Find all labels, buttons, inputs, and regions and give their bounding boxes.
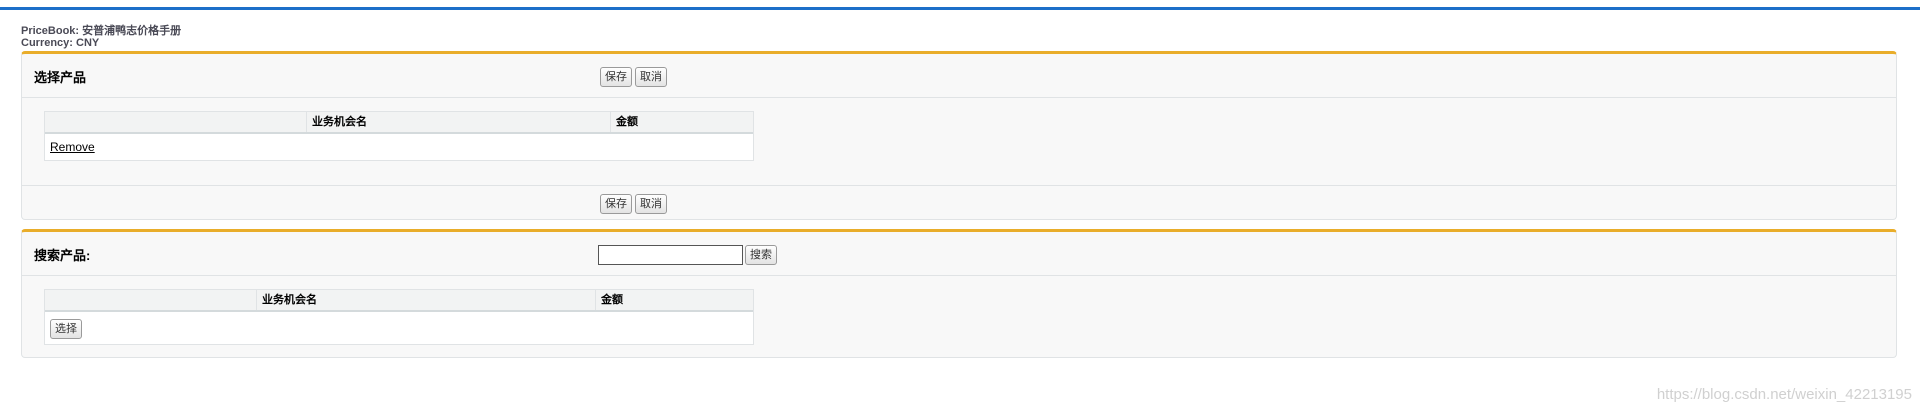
search-input[interactable] [598,245,743,265]
pricebook-value: 安普浦鸭志价格手册 [82,25,182,37]
table-header: 业务机会名 金额 [45,112,753,134]
column-header-amount: 金额 [610,112,753,132]
selected-products-table: 业务机会名 金额 Remove [44,111,754,161]
table-header: 业务机会名 金额 [45,290,753,312]
pricebook-label: PriceBook: [21,25,80,37]
column-header-opportunity-name: 业务机会名 [256,290,595,310]
currency-label: Currency: [21,37,73,49]
currency-value: CNY [76,37,100,49]
column-header-action [45,112,306,132]
column-header-opportunity-name: 业务机会名 [306,112,610,132]
select-button[interactable]: 选择 [50,319,82,339]
search-results-table: 业务机会名 金额 选择 [44,289,754,345]
search-products-section: 搜索产品: 搜索 业务机会名 金额 选择 [21,229,1897,358]
select-section-title: 选择产品 [34,70,87,85]
search-section-header: 搜索产品: 搜索 [22,232,1896,276]
currency-info: Currency: CNY [21,37,99,49]
remove-link[interactable]: Remove [50,140,95,154]
cancel-button-bottom[interactable]: 取消 [635,194,667,214]
save-button-bottom[interactable]: 保存 [600,194,632,214]
column-header-action [45,290,256,310]
column-header-amount: 金额 [595,290,753,310]
cancel-button-top[interactable]: 取消 [635,67,667,87]
top-accent-bar [0,7,1920,10]
save-button-top[interactable]: 保存 [600,67,632,87]
select-section-header: 选择产品 保存 取消 [22,54,1896,98]
watermark-text: https://blog.csdn.net/weixin_42213195 [1656,386,1912,403]
search-button[interactable]: 搜索 [745,245,777,265]
search-section-title: 搜索产品: [34,248,91,263]
select-products-section: 选择产品 保存 取消 业务机会名 金额 Remove 保存 取消 [21,51,1897,220]
section-divider [22,185,1896,186]
pricebook-info: PriceBook: 安普浦鸭志价格手册 [21,22,181,38]
